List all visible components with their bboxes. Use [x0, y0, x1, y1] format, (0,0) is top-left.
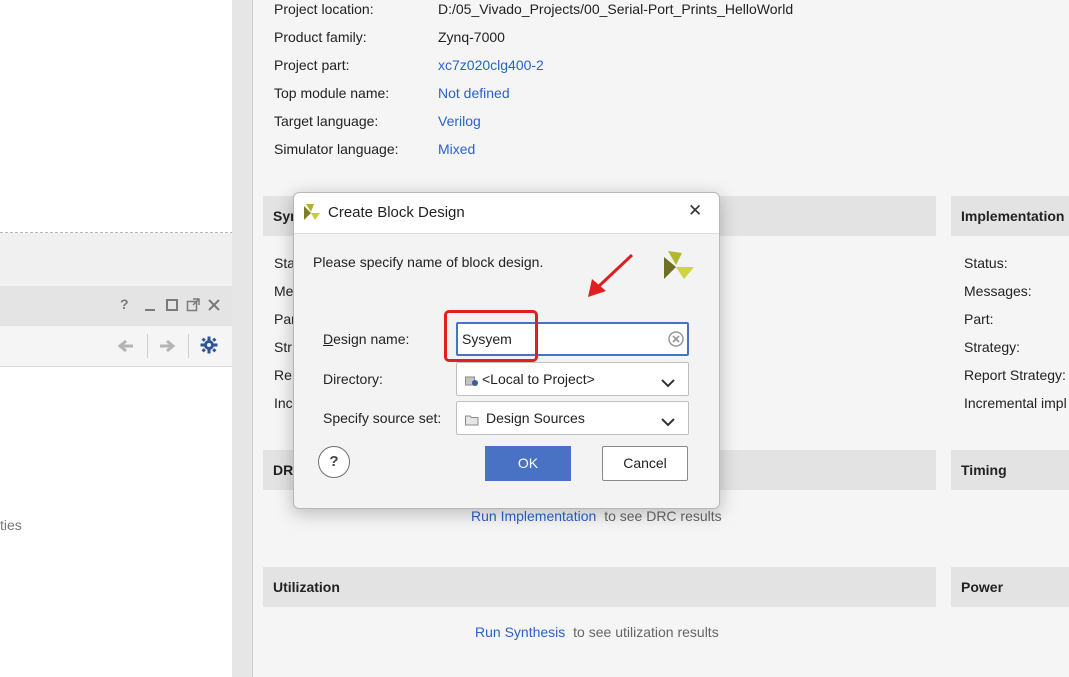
utilization-message: Run Synthesis to see utilization results	[475, 624, 719, 640]
pane-splitter[interactable]	[232, 0, 253, 677]
synthesis-row-label: Inc	[274, 395, 293, 411]
red-highlight-box	[444, 310, 538, 362]
minimize-icon[interactable]	[143, 298, 157, 315]
dialog-close-icon[interactable]: ✕	[688, 201, 702, 221]
source-set-value: Design Sources	[486, 410, 585, 426]
summary-label: Simulator language:	[274, 141, 399, 157]
forward-arrow-icon[interactable]	[158, 338, 176, 357]
source-set-label: Specify source set:	[323, 410, 442, 426]
sources-pane	[0, 0, 233, 233]
implementation-row-label: Report Strategy:	[964, 367, 1066, 383]
maximize-icon[interactable]	[165, 298, 179, 315]
help-button[interactable]: ?	[318, 446, 350, 478]
summary-value-link[interactable]: xc7z020clg400-2	[438, 57, 544, 73]
source-set-select[interactable]: Design Sources	[456, 401, 689, 435]
properties-toolbar	[0, 326, 232, 367]
chevron-down-icon[interactable]	[661, 414, 675, 430]
power-header: Power	[951, 567, 1069, 607]
summary-label: Project part:	[274, 57, 350, 73]
timing-header: Timing	[951, 450, 1069, 490]
summary-label: Project location:	[274, 1, 374, 17]
clear-input-icon[interactable]	[668, 331, 684, 350]
toolbar-divider	[188, 334, 189, 358]
summary-label: Target language:	[274, 113, 379, 129]
dialog-title: Create Block Design	[328, 204, 465, 221]
ok-button[interactable]: OK	[485, 446, 571, 481]
utilization-hint: to see utilization results	[573, 624, 719, 640]
implementation-row-label: Strategy:	[964, 339, 1021, 355]
drc-message: Run Implementation to see DRC results	[471, 508, 722, 524]
properties-content: ties	[0, 367, 232, 677]
implementation-row-label: Part:	[964, 311, 994, 327]
create-block-design-dialog: Create Block Design ✕ Please specify nam…	[293, 192, 720, 509]
toolbar-divider	[147, 334, 148, 358]
design-name-label: Design name:	[323, 331, 410, 347]
help-icon[interactable]: ?	[120, 296, 129, 312]
synthesis-row-label: Str	[274, 339, 292, 355]
dialog-title-bar[interactable]: Create Block Design ✕	[294, 193, 719, 234]
synthesis-row-label: Re	[274, 367, 292, 383]
summary-value-link[interactable]: Verilog	[438, 113, 481, 129]
implementation-row-label: Incremental impl	[964, 395, 1067, 411]
drc-hint: to see DRC results	[604, 508, 722, 524]
synthesis-row-label: Sta	[274, 255, 296, 271]
local-folder-icon	[465, 374, 478, 390]
properties-placeholder-text: ties	[0, 517, 22, 533]
vivado-logo-icon	[302, 203, 322, 226]
run-implementation-link[interactable]: Run Implementation	[471, 508, 596, 524]
directory-label: Directory:	[323, 371, 383, 387]
implementation-row-label: Messages:	[964, 283, 1032, 299]
implementation-header: Implementation	[951, 196, 1069, 236]
directory-select[interactable]: <Local to Project>	[456, 362, 689, 396]
cancel-button[interactable]: Cancel	[602, 446, 688, 481]
summary-value: Zynq-7000	[438, 29, 505, 45]
synthesis-row-label: Me	[274, 283, 294, 299]
float-icon[interactable]	[186, 298, 200, 315]
dialog-prompt: Please specify name of block design.	[313, 254, 544, 270]
red-arrow-annotation	[584, 251, 640, 304]
directory-value: <Local to Project>	[482, 371, 595, 387]
summary-label: Top module name:	[274, 85, 390, 101]
back-arrow-icon[interactable]	[117, 338, 135, 357]
close-icon[interactable]	[207, 298, 221, 315]
vivado-large-logo-icon	[660, 249, 698, 288]
implementation-row-label: Status:	[964, 255, 1008, 271]
summary-value-link[interactable]: Mixed	[438, 141, 475, 157]
summary-label: Product family:	[274, 29, 367, 45]
gear-icon[interactable]	[200, 336, 218, 357]
run-synthesis-link[interactable]: Run Synthesis	[475, 624, 565, 640]
summary-value: D:/05_Vivado_Projects/00_Serial-Port_Pri…	[438, 1, 794, 17]
chevron-down-icon[interactable]	[661, 375, 675, 391]
folder-icon	[465, 413, 479, 429]
utilization-header: Utilization	[263, 567, 936, 607]
properties-pane-header: ?	[0, 286, 232, 326]
summary-value-link[interactable]: Not defined	[438, 85, 510, 101]
